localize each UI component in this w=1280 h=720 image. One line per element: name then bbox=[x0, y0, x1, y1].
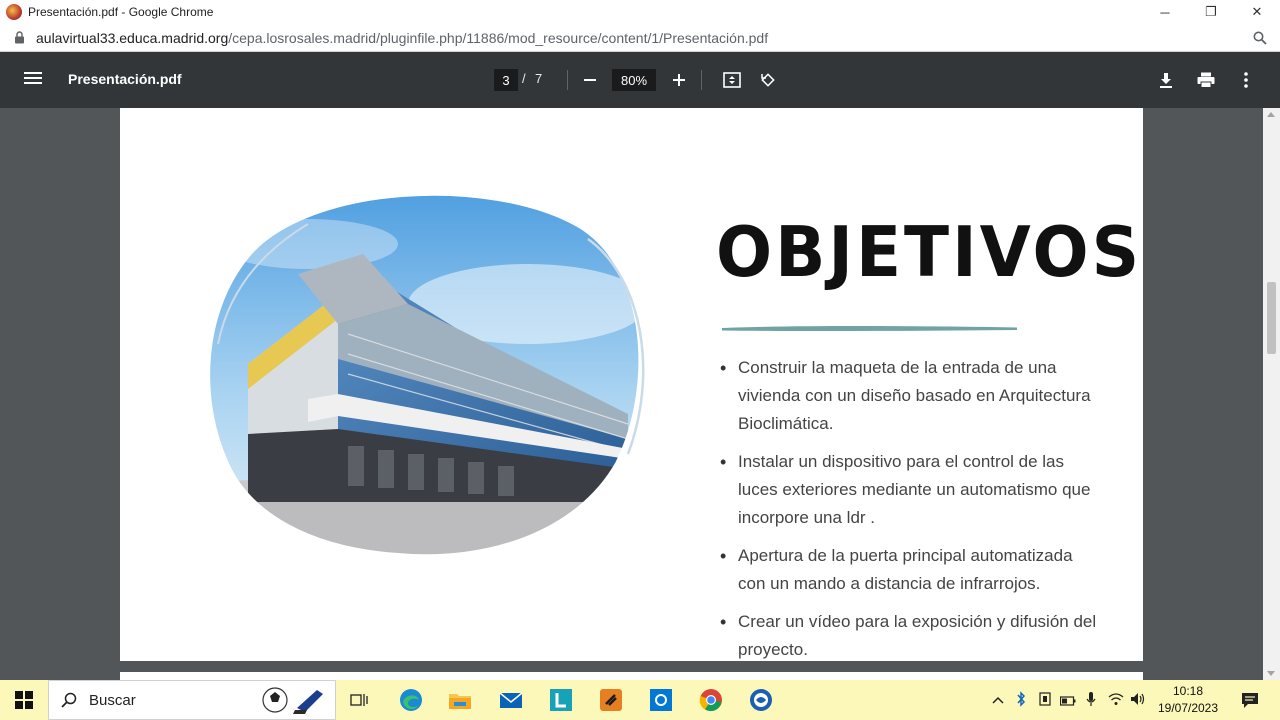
scroll-thumb[interactable] bbox=[1267, 282, 1276, 354]
page-number-input[interactable]: 3 bbox=[494, 69, 518, 91]
battery-icon[interactable] bbox=[1059, 693, 1076, 709]
windows-start-icon[interactable] bbox=[0, 680, 48, 720]
toolbar-divider bbox=[567, 70, 568, 90]
zoom-in-button[interactable] bbox=[667, 68, 691, 92]
chrome-icon[interactable] bbox=[698, 688, 724, 712]
device-icon[interactable] bbox=[1038, 692, 1052, 709]
pdf-page: OBJETIVOS Construir la maqueta de la ent… bbox=[120, 108, 1143, 661]
file-explorer-icon[interactable] bbox=[447, 688, 473, 712]
app-blue-icon[interactable] bbox=[648, 688, 674, 712]
windows-taskbar: Buscar 10:18 19/07/2023 bbox=[0, 680, 1280, 720]
fit-to-page-icon[interactable] bbox=[720, 68, 744, 92]
scroll-up-icon[interactable] bbox=[1267, 112, 1275, 117]
zoom-out-button[interactable] bbox=[578, 68, 602, 92]
wifi-icon[interactable] bbox=[1108, 692, 1124, 709]
window-title: Presentación.pdf - Google Chrome bbox=[28, 5, 214, 19]
toolbar-divider bbox=[701, 70, 702, 90]
list-item: Crear un vídeo para la exposición y difu… bbox=[718, 608, 1098, 664]
close-window-button[interactable]: ✕ bbox=[1234, 0, 1280, 24]
vertical-scrollbar[interactable] bbox=[1263, 108, 1280, 680]
address-bar[interactable]: aulavirtual33.educa.madrid.org/cepa.losr… bbox=[0, 24, 1280, 52]
objectives-list: Construir la maqueta de la entrada de un… bbox=[718, 354, 1098, 674]
page-total: 7 bbox=[535, 71, 543, 86]
scroll-down-icon[interactable] bbox=[1267, 671, 1275, 676]
app-orange-icon[interactable] bbox=[598, 688, 624, 712]
list-item: Instalar un dispositivo para el control … bbox=[718, 448, 1098, 532]
url-path[interactable]: /cepa.losrosales.madrid/pluginfile.php/1… bbox=[228, 30, 768, 46]
zoom-magnifier-icon[interactable] bbox=[1250, 28, 1270, 48]
url-host[interactable]: aulavirtual33.educa.madrid.org bbox=[36, 30, 228, 46]
app-round-icon[interactable] bbox=[748, 688, 774, 712]
microphone-icon[interactable] bbox=[1086, 691, 1096, 710]
chevron-up-icon[interactable] bbox=[992, 692, 1004, 708]
volume-icon[interactable] bbox=[1130, 692, 1146, 709]
search-icon bbox=[61, 692, 77, 708]
app-l-icon[interactable] bbox=[548, 688, 574, 712]
list-item: Apertura de la puerta principal automati… bbox=[718, 542, 1098, 598]
building-photo bbox=[204, 189, 645, 561]
restore-button[interactable]: ❐ bbox=[1188, 0, 1234, 24]
pdf-document-title: Presentación.pdf bbox=[68, 71, 182, 87]
menu-icon[interactable] bbox=[24, 70, 44, 90]
page-separator: / bbox=[522, 71, 526, 86]
soccer-ball-icon bbox=[262, 687, 323, 714]
lock-icon[interactable] bbox=[12, 31, 26, 45]
mail-icon[interactable] bbox=[498, 688, 524, 712]
site-favicon-icon bbox=[6, 4, 22, 20]
taskbar-search-box[interactable]: Buscar bbox=[48, 680, 336, 720]
print-icon[interactable] bbox=[1194, 68, 1218, 92]
notification-center-icon[interactable] bbox=[1240, 690, 1260, 713]
more-options-icon[interactable] bbox=[1234, 68, 1258, 92]
list-item: Construir la maqueta de la entrada de un… bbox=[718, 354, 1098, 438]
pdf-toolbar: Presentación.pdf 3 / 7 80% bbox=[0, 52, 1280, 108]
taskbar-clock[interactable]: 10:18 19/07/2023 bbox=[1148, 683, 1228, 717]
window-controls: ─ ❐ ✕ bbox=[1142, 0, 1280, 24]
minimize-button[interactable]: ─ bbox=[1142, 0, 1188, 24]
rotate-icon[interactable] bbox=[756, 68, 780, 92]
zoom-level-input[interactable]: 80% bbox=[612, 69, 656, 91]
edge-browser-icon[interactable] bbox=[398, 688, 424, 712]
download-icon[interactable] bbox=[1154, 68, 1178, 92]
slide-heading: OBJETIVOS bbox=[716, 212, 1143, 293]
bluetooth-icon[interactable] bbox=[1016, 691, 1026, 710]
search-placeholder: Buscar bbox=[89, 691, 136, 709]
clock-time: 10:18 bbox=[1172, 684, 1204, 698]
pdf-viewer[interactable]: OBJETIVOS Construir la maqueta de la ent… bbox=[0, 108, 1280, 680]
pdf-page-next bbox=[120, 672, 1143, 680]
clock-date: 19/07/2023 bbox=[1157, 701, 1219, 715]
task-view-icon[interactable] bbox=[347, 688, 373, 712]
heading-underline-brushstroke bbox=[722, 326, 1017, 332]
window-titlebar: Presentación.pdf - Google Chrome ─ ❐ ✕ bbox=[0, 0, 1280, 24]
